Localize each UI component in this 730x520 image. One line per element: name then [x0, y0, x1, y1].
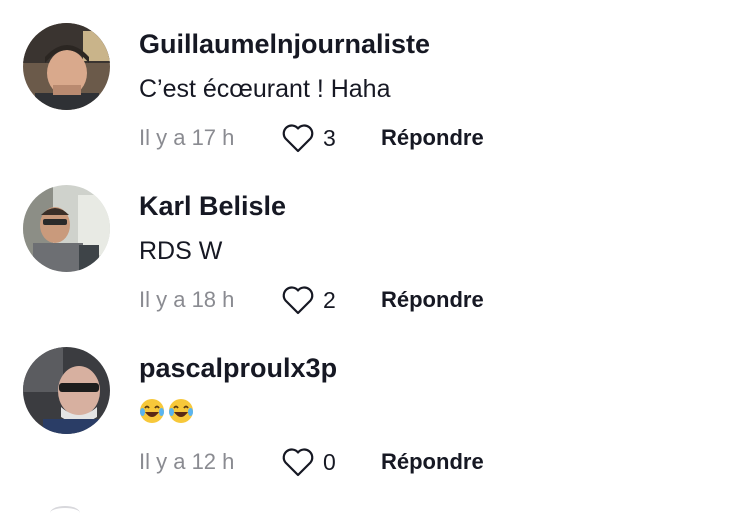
heart-icon	[282, 124, 314, 153]
like-button[interactable]: 0	[281, 446, 381, 478]
comment-text: C’est écœurant ! Haha	[139, 75, 391, 103]
avatar[interactable]	[23, 185, 110, 272]
reply-button[interactable]: Répondre	[381, 449, 484, 475]
comment-text: RDS W	[139, 237, 223, 265]
comment-meta: Il y a 12 h 0 Répondre	[139, 446, 484, 478]
timestamp: Il y a 12 h	[139, 449, 235, 474]
heart-icon	[282, 286, 314, 315]
like-button[interactable]: 3	[281, 122, 381, 154]
like-count: 0	[323, 448, 336, 475]
next-avatar-edge	[50, 506, 80, 520]
avatar[interactable]	[23, 347, 110, 434]
reply-button[interactable]: Répondre	[381, 125, 484, 151]
timestamp: Il y a 17 h	[139, 125, 235, 150]
avatar[interactable]	[23, 23, 110, 110]
laughing-tears-emoji-icon	[169, 399, 193, 423]
heart-icon	[282, 448, 314, 477]
comment-item: Guillaumelnjournaliste C’est écœurant ! …	[0, 0, 730, 162]
comment-item: Karl Belisle RDS W Il y a 18 h 2 Répondr…	[0, 162, 730, 324]
timestamp: Il y a 18 h	[139, 287, 235, 312]
laughing-tears-emoji-icon	[140, 399, 164, 423]
like-button[interactable]: 2	[281, 284, 381, 316]
like-count: 3	[323, 124, 336, 151]
comment-item: pascalproulx3p 😂😂 Il y a 12 h 0 Répondr	[0, 324, 730, 486]
comment-text: 😂😂	[139, 398, 197, 431]
like-count: 2	[323, 286, 336, 313]
comment-meta: Il y a 17 h 3 Répondre	[139, 122, 484, 154]
comment-meta: Il y a 18 h 2 Répondre	[139, 284, 484, 316]
username[interactable]: Karl Belisle	[139, 190, 286, 222]
reply-button[interactable]: Répondre	[381, 287, 484, 313]
username[interactable]: pascalproulx3p	[139, 352, 337, 384]
username[interactable]: Guillaumelnjournaliste	[139, 28, 430, 60]
